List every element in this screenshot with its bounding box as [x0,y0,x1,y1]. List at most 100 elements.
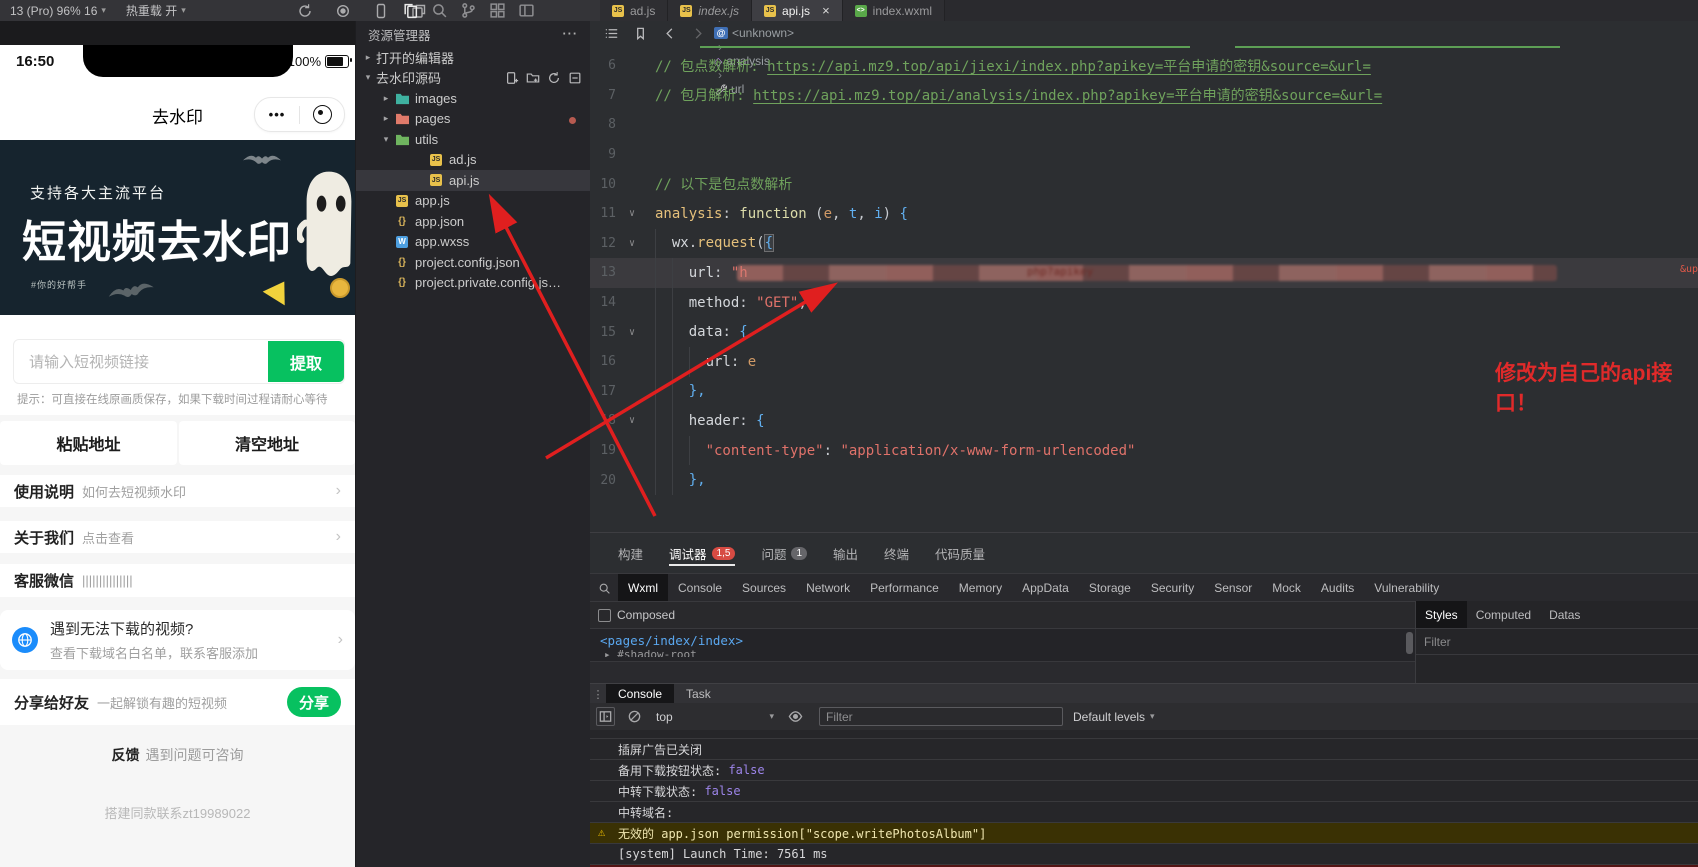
console-log-row[interactable]: 中转下载状态: false [590,781,1698,802]
code-line-14[interactable]: 14 method: "GET", [590,287,1698,318]
panel-tab-问题[interactable]: 问题 1 [761,533,808,573]
context-dropdown[interactable]: top ▾ [656,710,774,724]
console-log-row[interactable]: 插屏广告已关闭 [590,739,1698,760]
about-us-row[interactable]: 关于我们 点击查看 › [0,521,355,553]
fold-arrow-icon[interactable]: ∨ [622,238,642,249]
explorer-item-images[interactable]: ▸ images [356,88,590,109]
new-file-icon[interactable] [505,71,519,85]
clear-console-icon[interactable] [627,709,642,724]
devtools-tab-network[interactable]: Network [796,574,860,602]
expand-arrow-icon[interactable]: ▸ [380,113,392,124]
expand-arrow-icon[interactable]: ▾ [362,72,374,83]
styles-tab-computed[interactable]: Computed [1467,601,1540,628]
devtools-tab-console[interactable]: Console [668,574,732,602]
compile-refresh-icon[interactable] [297,3,313,19]
editor-tab-index.wxml[interactable]: <> index.wxml [842,0,946,21]
expand-arrow-icon[interactable]: ▾ [380,134,392,145]
wxml-tree[interactable]: <pages/index/index> ▸ #shadow-root [590,628,1415,662]
devtools-tab-audits[interactable]: Audits [1311,574,1364,602]
code-line-12[interactable]: 12 ∨ wx.request({ [590,228,1698,259]
extract-button[interactable]: 提取 [268,341,344,382]
editor-tab-ad.js[interactable]: JS ad.js [600,0,669,21]
styles-tab-datas[interactable]: Datas [1540,601,1589,628]
record-icon[interactable] [335,3,351,19]
usage-guide-row[interactable]: 使用说明 如何去短视频水印 › [0,475,355,507]
breadcrumb-item-unknown[interactable]: @ <unknown> [714,26,794,40]
forward-icon[interactable] [691,26,706,41]
devtools-tab-wxml[interactable]: Wxml [618,574,668,602]
styles-tab-styles[interactable]: Styles [1416,601,1467,628]
device-selector[interactable]: 13 (Pro) 96% 16 ▾ [0,0,116,21]
more-actions-icon[interactable]: ··· [563,27,579,41]
console-log-row[interactable] [590,730,1698,739]
console-tab-task[interactable]: Task [674,684,723,704]
console-log-row[interactable]: 备用下载按钮状态: false [590,760,1698,781]
more-menu-icon[interactable]: ••• [255,107,299,122]
expand-arrow-icon[interactable]: ▸ [380,93,392,104]
code-area[interactable]: 6// 包点数解析: https://api.mz9.top/api/jiexi… [590,45,1698,532]
console-log-list[interactable]: 插屏广告已关闭 备用下载按钮状态: false 中转下载状态: false 中转域名:… [590,730,1698,867]
expand-arrow-icon[interactable]: ▸ [362,52,374,63]
panel-tab-调试器[interactable]: 调试器 1,5 [669,533,736,573]
code-line-13[interactable]: 13 url: "hphp?apikey&up [590,258,1698,288]
split-grid-icon[interactable] [489,2,506,19]
bookmark-icon[interactable] [633,26,648,41]
explorer-item-ad.js[interactable]: JS ad.js [356,150,590,171]
outline-icon[interactable] [604,26,619,41]
files-icon[interactable] [402,2,419,19]
devtools-tab-sources[interactable]: Sources [732,574,796,602]
explorer-section-去水印源码[interactable]: ▾ 去水印源码 [356,68,590,89]
console-filter-input[interactable]: Filter [819,707,1063,726]
editor-tab-api.js[interactable]: JS api.js × [752,0,843,21]
devtools-tab-storage[interactable]: Storage [1079,574,1141,602]
simulator-toggle-icon[interactable] [373,3,389,19]
hot-reload-toggle[interactable]: 热重载 开 ▾ [116,0,196,21]
log-levels-dropdown[interactable]: Default levels ▾ [1073,710,1155,724]
devtools-tab-appdata[interactable]: AppData [1012,574,1079,602]
video-link-input[interactable]: 请输入短视频链接 提取 [13,339,345,384]
collapse-all-icon[interactable] [568,71,582,85]
composed-checkbox[interactable] [598,608,611,622]
code-line-20[interactable]: 20 }, [590,465,1698,495]
explorer-item-app.wxss[interactable]: Wapp.wxss [356,232,590,253]
console-log-row[interactable]: [system] Launch Time: 7561 ms [590,844,1698,865]
support-wechat-row[interactable]: 客服微信 ||||||||||||||| [0,564,355,597]
panel-tab-构建[interactable]: 构建 [618,533,643,573]
devtools-tab-memory[interactable]: Memory [949,574,1012,602]
refresh-icon[interactable] [547,71,561,85]
share-button[interactable]: 分享 [287,687,341,717]
devtools-tab-performance[interactable]: Performance [860,574,949,602]
download-help-card[interactable]: 遇到无法下载的视频? 查看下载域名白名单，联系客服添加 › [0,610,355,670]
fold-arrow-icon[interactable]: ∨ [622,208,642,219]
code-line-8[interactable]: 8 [590,110,1698,140]
console-log-row[interactable]: ⚠ 无效的 app.json permission["scope.writePho… [590,823,1698,844]
explorer-item-project.config.json[interactable]: {} project.config.json [356,252,590,273]
sidebar-toggle-icon[interactable] [596,707,615,726]
code-line-10[interactable]: 10// 以下是包点数解析 [590,169,1698,199]
panel-tab-代码质量[interactable]: 代码质量 [935,533,985,573]
console-tab-console[interactable]: Console [606,684,675,704]
paste-address-button[interactable]: 粘贴地址 [0,421,177,465]
inspect-element-icon[interactable] [590,582,618,595]
live-expression-eye-icon[interactable] [788,709,803,724]
wxml-root-node[interactable]: <pages/index/index> [590,629,1415,648]
editor-tab-index.js[interactable]: JS index.js [668,0,753,21]
panel-tab-输出[interactable]: 输出 [833,533,858,573]
explorer-item-app.js[interactable]: JS app.js [356,191,590,212]
kebab-menu-icon[interactable]: ⋮ [590,688,606,701]
clear-address-button[interactable]: 清空地址 [179,421,355,465]
devtools-tab-sensor[interactable]: Sensor [1204,574,1262,602]
code-line-11[interactable]: 11 ∨ analysis: function (e, t, i) { [590,199,1698,229]
layout-icon[interactable] [518,2,535,19]
code-line-7[interactable]: 7// 包月解析: https://api.mz9.top/api/analys… [590,81,1698,111]
scrollbar-thumb[interactable] [1406,632,1413,654]
code-line-9[interactable]: 9 [590,140,1698,170]
exit-target-icon[interactable] [300,105,344,124]
code-line-19[interactable]: 19 "content-type": "application/x-www-fo… [590,435,1698,466]
styles-filter-input[interactable]: Filter [1416,628,1698,655]
devtools-tab-mock[interactable]: Mock [1262,574,1311,602]
console-log-row[interactable]: 中转域名: [590,802,1698,823]
back-icon[interactable] [662,26,677,41]
explorer-item-utils[interactable]: ▾ utils [356,129,590,150]
panel-tab-终端[interactable]: 终端 [884,533,909,573]
